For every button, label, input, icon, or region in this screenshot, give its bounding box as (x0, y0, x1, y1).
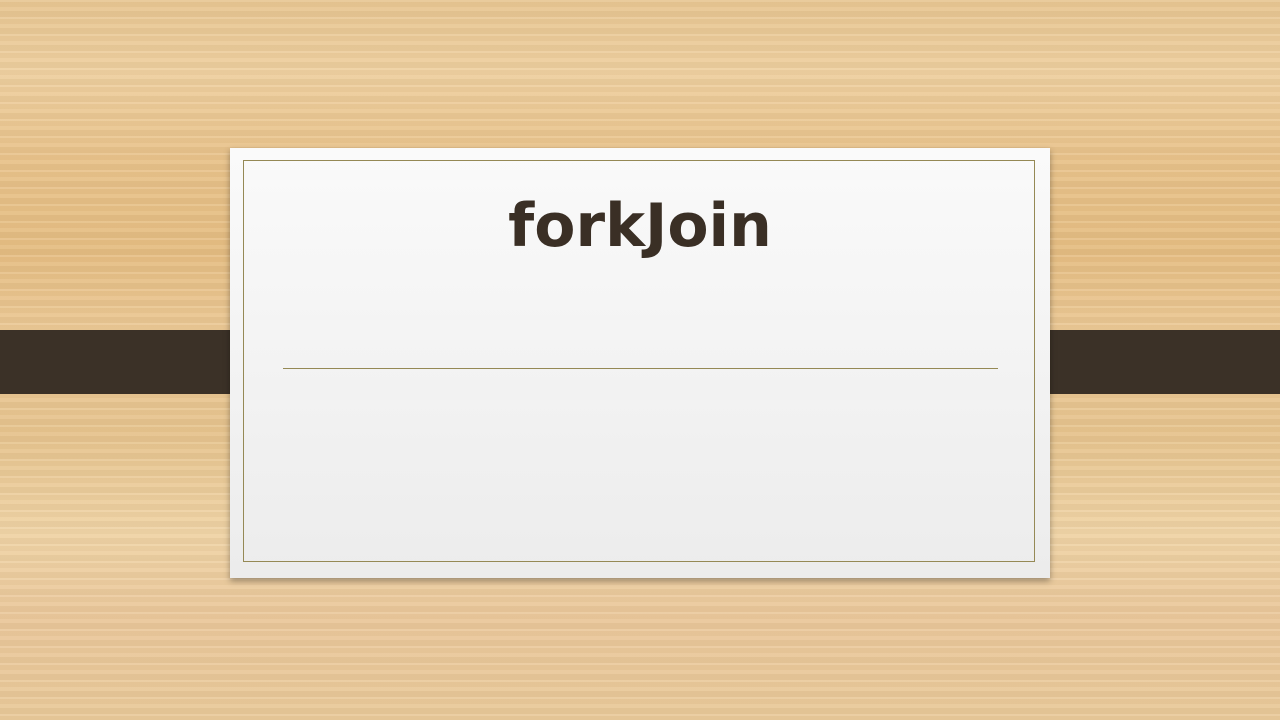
right-dark-band (1022, 330, 1280, 394)
slide-title: forkJoin (508, 191, 772, 261)
left-dark-band (0, 330, 258, 394)
title-divider-line (283, 368, 998, 369)
title-card: forkJoin (230, 148, 1050, 578)
